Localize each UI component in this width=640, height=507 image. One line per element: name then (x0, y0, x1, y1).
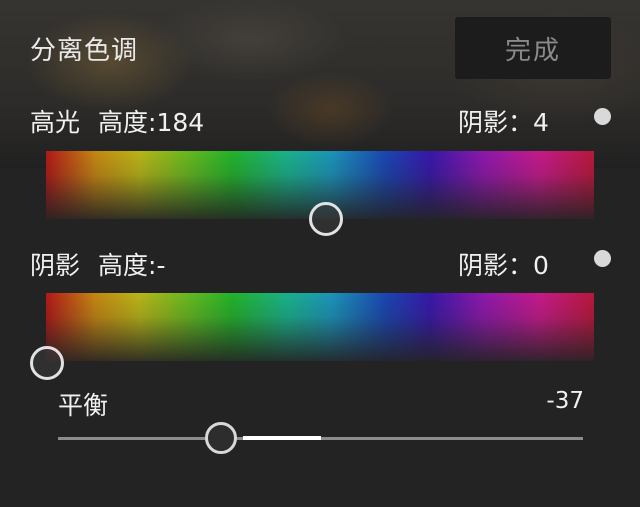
highlights-label: 高光 (30, 108, 81, 137)
highlights-saturation-dot[interactable] (594, 108, 611, 125)
highlights-header: 高光 高度:184 (30, 103, 204, 139)
highlights-hue-handle[interactable] (309, 202, 344, 236)
shadows-saturation-readout: 阴影：0 (458, 246, 549, 282)
shadows-header: 阴影 高度:- (30, 246, 165, 282)
shadows-label: 阴影 (30, 251, 81, 280)
highlights-saturation-readout: 阴影：4 (458, 103, 549, 139)
highlights-saturation-label: 阴影： (458, 108, 534, 137)
shadows-saturation-value: 0 (533, 251, 549, 280)
balance-slider-fill (243, 436, 321, 440)
shadows-saturation-label: 阴影： (458, 251, 534, 280)
highlights-hue-label: 高度:184 (98, 108, 205, 137)
shadows-hue-strip[interactable] (46, 293, 594, 361)
balance-slider-handle[interactable] (205, 422, 237, 454)
balance-value: -37 (546, 388, 584, 414)
shadows-hue-handle[interactable] (30, 346, 64, 380)
shadows-hue-label: 高度:- (98, 251, 166, 280)
panel-title: 分离色调 (30, 36, 139, 66)
done-button[interactable]: 完成 (455, 17, 611, 79)
highlights-saturation-value: 4 (533, 108, 549, 137)
split-toning-panel: 分离色调 完成 高光 高度:184 阴影：4 阴影 高度:- 阴影：0 平衡 -37 (0, 0, 640, 507)
balance-label: 平衡 (58, 391, 109, 420)
shadows-saturation-dot[interactable] (594, 250, 611, 267)
